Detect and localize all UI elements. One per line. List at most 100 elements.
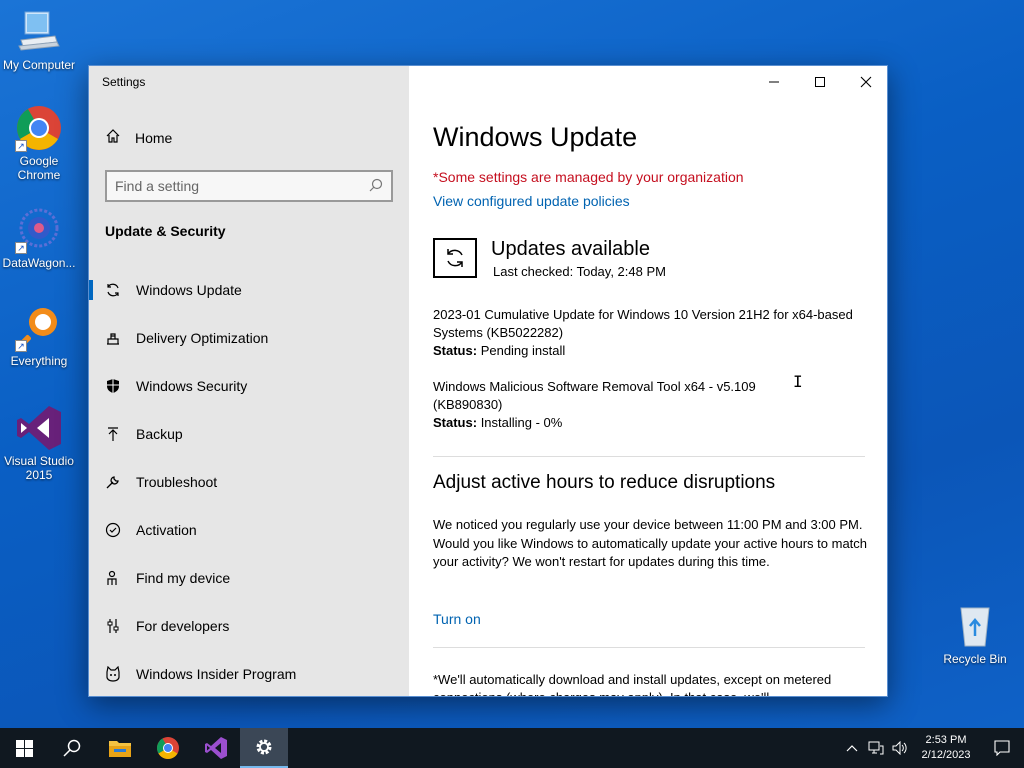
- clock-date: 2/12/2023: [921, 749, 971, 761]
- desktop-icon-visual-studio[interactable]: Visual Studio 2015: [0, 404, 78, 482]
- taskbar: 2:53 PM 2/12/2023: [0, 728, 1024, 768]
- close-icon: [860, 76, 872, 88]
- check-circle-icon: [105, 522, 121, 538]
- nav-item-label: Windows Insider Program: [136, 666, 297, 682]
- shortcut-arrow-icon: ↗: [15, 340, 27, 352]
- desktop-icon-recycle-bin[interactable]: Recycle Bin: [936, 602, 1014, 666]
- nav-item-windows-update[interactable]: Windows Update: [89, 266, 409, 314]
- taskbar-chrome[interactable]: [144, 728, 192, 768]
- desktop-icon-datawagon[interactable]: ↗ DataWagon...: [0, 206, 78, 270]
- update-status-icon: [433, 238, 477, 278]
- close-button[interactable]: [843, 66, 887, 98]
- network-button[interactable]: [864, 741, 888, 755]
- desktop-icon-label: Everything: [10, 354, 68, 368]
- minimize-button[interactable]: [751, 66, 797, 98]
- maximize-icon: [815, 77, 825, 87]
- chrome-icon: [157, 737, 179, 759]
- clock-time: 2:53 PM: [925, 734, 967, 746]
- person-pin-icon: [105, 570, 121, 586]
- nav-item-label: Find my device: [136, 570, 231, 586]
- update-name: Windows Malicious Software Removal Tool …: [433, 379, 756, 412]
- gear-icon: [256, 739, 272, 755]
- caption-buttons: [751, 66, 887, 98]
- show-hidden-icons-button[interactable]: [840, 744, 864, 752]
- nav-item-backup[interactable]: Backup: [89, 410, 409, 458]
- settings-window: Settings Home Find a setting Update & Se…: [88, 65, 888, 697]
- visual-studio-icon: [205, 737, 227, 759]
- search-input[interactable]: Find a setting: [105, 170, 393, 202]
- nav-item-windows-security[interactable]: Windows Security: [89, 362, 409, 410]
- view-policies-link[interactable]: View configured update policies: [433, 193, 630, 209]
- magnifier-icon: ↗: [15, 304, 63, 352]
- nav-home[interactable]: Home: [105, 128, 172, 147]
- start-button[interactable]: [0, 728, 48, 768]
- last-checked: Last checked: Today, 2:48 PM: [493, 264, 666, 279]
- notification-icon: [994, 740, 1010, 756]
- search-button[interactable]: [48, 728, 96, 768]
- maximize-button[interactable]: [797, 66, 843, 98]
- active-hours-text: We noticed you regularly use your device…: [433, 517, 868, 569]
- update-item: Windows Malicious Software Removal Tool …: [433, 378, 793, 432]
- turn-on-link[interactable]: Turn on: [433, 611, 481, 627]
- desktop-icon-everything[interactable]: ↗ Everything: [0, 304, 78, 368]
- nav-item-find-my-device[interactable]: Find my device: [89, 554, 409, 602]
- nav-list: Windows Update Delivery Optimization Win…: [89, 266, 409, 696]
- update-name: 2023-01 Cumulative Update for Windows 10…: [433, 307, 853, 340]
- clock[interactable]: 2:53 PM 2/12/2023: [912, 733, 980, 763]
- nav-item-activation[interactable]: Activation: [89, 506, 409, 554]
- sidebar: Settings Home Find a setting Update & Se…: [89, 66, 409, 696]
- nav-item-label: Backup: [136, 426, 183, 442]
- nav-item-windows-insider-program[interactable]: Windows Insider Program: [89, 650, 409, 696]
- update-status-label: Status:: [433, 343, 478, 358]
- sliders-icon: [105, 618, 121, 634]
- system-tray: 2:53 PM 2/12/2023: [840, 728, 1024, 768]
- taskbar-file-explorer[interactable]: [96, 728, 144, 768]
- taskbar-visual-studio[interactable]: [192, 728, 240, 768]
- sync-icon: [105, 282, 121, 298]
- footnote-text: *We'll automatically download and instal…: [433, 672, 832, 696]
- desktop-icon-my-computer[interactable]: My Computer: [0, 8, 78, 72]
- shield-icon: [105, 378, 121, 394]
- search-icon: [369, 178, 383, 195]
- nav-item-troubleshoot[interactable]: Troubleshoot: [89, 458, 409, 506]
- desktop-icon-label: Visual Studio 2015: [4, 454, 74, 482]
- desktop-icon-google-chrome[interactable]: ↗ Google Chrome: [0, 104, 78, 182]
- recycle-bin-icon: [951, 602, 999, 650]
- windows-logo-icon: [15, 739, 33, 757]
- active-hours-heading: Adjust active hours to reduce disruption…: [433, 472, 776, 493]
- taskbar-settings[interactable]: [240, 728, 288, 768]
- action-center-button[interactable]: [980, 740, 1024, 756]
- update-status-heading: Updates available: [491, 238, 650, 260]
- minimize-icon: [769, 81, 779, 83]
- search-placeholder: Find a setting: [115, 178, 200, 194]
- window-title: Settings: [102, 75, 146, 89]
- wrench-icon: [105, 474, 121, 490]
- update-status: Status: Installing - 0%: [433, 414, 793, 432]
- update-item: 2023-01 Cumulative Update for Windows 10…: [433, 306, 853, 360]
- nav-item-label: Troubleshoot: [136, 474, 218, 490]
- desktop-icon-label: Google Chrome: [17, 154, 61, 182]
- update-status-value: Pending install: [480, 343, 566, 358]
- folder-icon: [109, 741, 131, 757]
- nav-item-delivery-optimization[interactable]: Delivery Optimization: [89, 314, 409, 362]
- shortcut-arrow-icon: ↗: [15, 242, 27, 254]
- nav-item-for-developers[interactable]: For developers: [89, 602, 409, 650]
- chrome-icon: ↗: [15, 104, 63, 152]
- speaker-icon: [892, 741, 907, 755]
- nav-item-label: Windows Security: [136, 378, 248, 394]
- home-icon: [105, 128, 121, 147]
- computer-icon: [15, 8, 63, 56]
- search-icon: [63, 739, 81, 757]
- main-panel: Windows Update *Some settings are manage…: [409, 66, 887, 696]
- shortcut-arrow-icon: ↗: [15, 140, 27, 152]
- nav-home-label: Home: [135, 129, 173, 146]
- org-managed-warning: *Some settings are managed by your organ…: [433, 169, 744, 185]
- network-icon: [868, 741, 884, 755]
- datawagon-icon: ↗: [15, 206, 63, 254]
- volume-button[interactable]: [888, 741, 912, 755]
- backup-arrow-icon: [105, 426, 121, 442]
- divider: [433, 456, 865, 457]
- desktop-icon-label: My Computer: [2, 58, 76, 72]
- divider: [433, 647, 865, 648]
- update-status: Status: Pending install: [433, 342, 853, 360]
